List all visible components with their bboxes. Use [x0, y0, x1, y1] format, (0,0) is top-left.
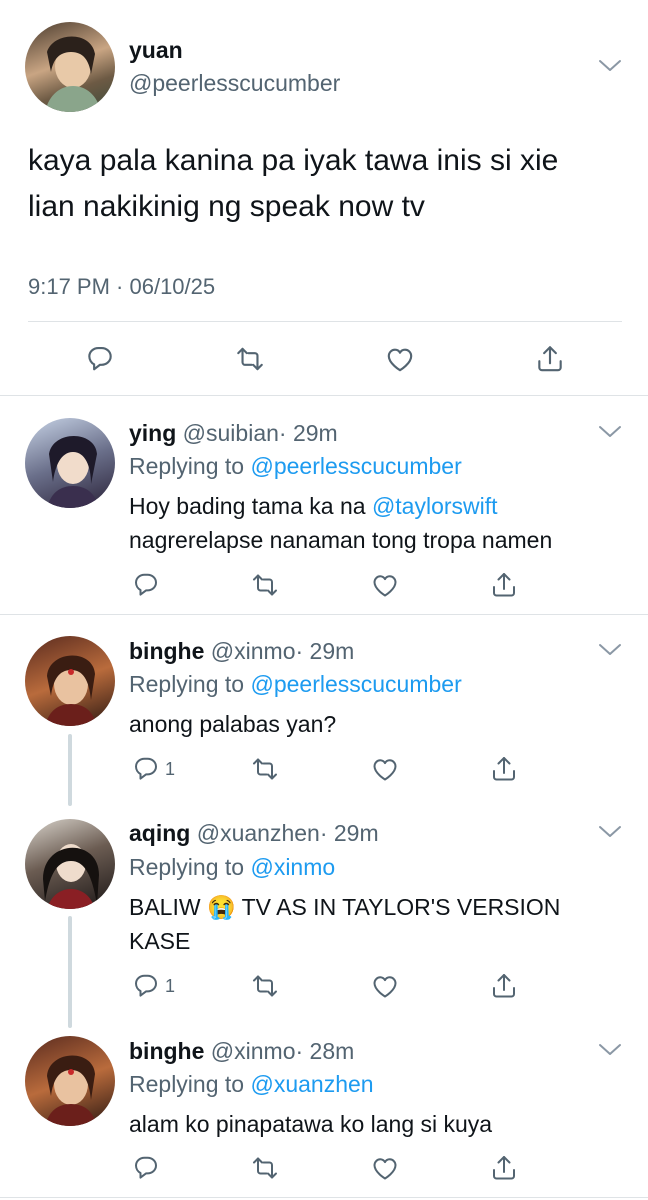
heart-icon[interactable]	[370, 1153, 400, 1183]
retweet-icon[interactable]	[234, 343, 266, 375]
heart-icon[interactable]	[370, 570, 400, 600]
chevron-down-icon[interactable]	[597, 824, 623, 840]
reply-icon[interactable]	[131, 971, 161, 1001]
author-name[interactable]: binghe	[129, 638, 204, 664]
heart-icon[interactable]	[370, 971, 400, 1001]
divider	[0, 614, 648, 615]
share-icon[interactable]	[489, 1153, 519, 1183]
replying-prefix: Replying to	[129, 1071, 245, 1097]
mention-link[interactable]: @taylorswift	[372, 493, 498, 519]
replying-prefix: Replying to	[129, 671, 245, 697]
divider	[28, 321, 622, 322]
author-name[interactable]: yuan	[129, 37, 183, 64]
reply-count: 1	[165, 759, 176, 779]
retweet-icon[interactable]	[250, 1153, 280, 1183]
chevron-down-icon[interactable]	[597, 642, 623, 658]
tweet-text: kaya pala kanina pa iyak tawa inis si xi…	[28, 144, 559, 223]
avatar[interactable]	[25, 636, 115, 726]
reply-time: · 28m	[295, 1038, 355, 1064]
reply-time: · 29m	[319, 820, 379, 846]
reply-text: Hoy bading tama ka na @taylorswift nagre…	[129, 489, 552, 557]
tweet-timestamp: 9:17 PM · 06/10/25	[28, 274, 216, 299]
chevron-down-icon[interactable]	[597, 58, 623, 74]
replying-to: Replying to @peerlesscucumber	[129, 671, 462, 698]
replying-to-link[interactable]: @peerlesscucumber	[250, 453, 461, 479]
divider	[0, 1197, 648, 1198]
author-handle[interactable]: @xinmo	[211, 638, 296, 664]
reply-icon[interactable]	[131, 754, 161, 784]
author-name[interactable]: ying	[129, 420, 176, 446]
reply-icon[interactable]	[131, 1153, 161, 1183]
retweet-icon[interactable]	[250, 754, 280, 784]
thread-line	[68, 734, 72, 806]
reply-text: alam ko pinapatawa ko lang si kuya	[129, 1111, 493, 1137]
avatar-illustration	[47, 436, 99, 508]
chevron-down-icon[interactable]	[597, 1042, 623, 1058]
replying-prefix: Replying to	[129, 854, 245, 880]
retweet-icon[interactable]	[250, 971, 280, 1001]
author-handle[interactable]: @suibian	[183, 420, 279, 446]
reply-count: 1	[165, 976, 176, 996]
divider	[0, 395, 648, 396]
reply-text-part: BALIW	[129, 894, 201, 920]
author-handle[interactable]: @xinmo	[211, 1038, 296, 1064]
author-name[interactable]: binghe	[129, 1038, 204, 1064]
share-icon[interactable]	[489, 570, 519, 600]
heart-icon[interactable]	[370, 754, 400, 784]
avatar-illustration	[45, 36, 101, 112]
reply-time: · 29m	[295, 638, 355, 664]
reply-text-part: TV AS IN TAYLOR'S VERSION	[241, 894, 561, 920]
reply-text-part: nagrerelapse nanaman tong tropa namen	[129, 527, 553, 553]
avatar[interactable]	[25, 22, 115, 112]
replying-to: Replying to @peerlesscucumber	[129, 453, 462, 480]
avatar[interactable]	[25, 418, 115, 508]
reply-time: · 29m	[278, 420, 338, 446]
avatar-illustration	[45, 1055, 97, 1126]
replying-prefix: Replying to	[129, 453, 245, 479]
reply-text-part: Hoy bading tama ka na	[129, 493, 366, 519]
replying-to: Replying to @xuanzhen	[129, 1071, 374, 1098]
replying-to-link[interactable]: @xinmo	[250, 854, 335, 880]
share-icon[interactable]	[489, 754, 519, 784]
author-name[interactable]: aqing	[129, 820, 190, 846]
replying-to-link[interactable]: @xuanzhen	[250, 1071, 373, 1097]
avatar[interactable]	[25, 819, 115, 909]
reply-header: binghe @xinmo· 28m	[129, 1038, 354, 1065]
chevron-down-icon[interactable]	[597, 424, 623, 440]
avatar-illustration	[45, 655, 97, 726]
crying-face-emoji: 😭	[206, 894, 236, 920]
reply-icon[interactable]	[84, 343, 116, 375]
replying-to: Replying to @xinmo	[129, 854, 335, 881]
retweet-icon[interactable]	[250, 570, 280, 600]
replying-to-link[interactable]: @peerlesscucumber	[250, 671, 461, 697]
author-handle[interactable]: @xuanzhen	[197, 820, 320, 846]
share-icon[interactable]	[489, 971, 519, 1001]
reply-header: ying @suibian· 29m	[129, 420, 338, 447]
reply-text-part: KASE	[129, 928, 191, 954]
reply-text: anong palabas yan?	[129, 711, 337, 737]
avatar-illustration	[43, 844, 99, 909]
thread-line	[68, 916, 72, 1028]
heart-icon[interactable]	[384, 343, 416, 375]
author-handle[interactable]: @peerlesscucumber	[129, 70, 340, 97]
reply-icon[interactable]	[131, 570, 161, 600]
avatar[interactable]	[25, 1036, 115, 1126]
reply-text: BALIW 😭 TV AS IN TAYLOR'S VERSION KASE	[129, 890, 560, 958]
reply-header: binghe @xinmo· 29m	[129, 638, 354, 665]
reply-header: aqing @xuanzhen· 29m	[129, 820, 379, 847]
share-icon[interactable]	[534, 343, 566, 375]
